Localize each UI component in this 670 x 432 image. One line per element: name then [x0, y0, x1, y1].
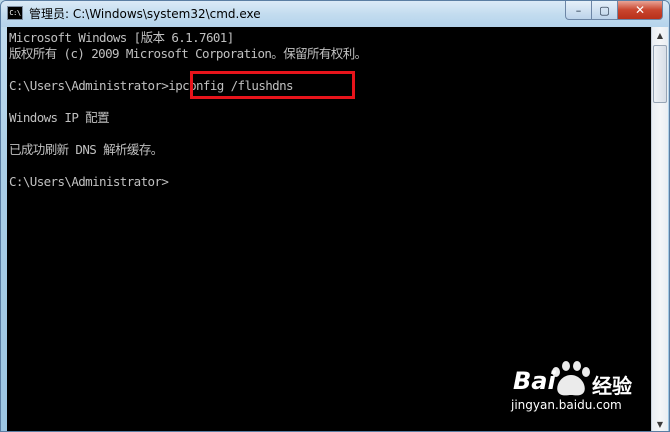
console-line: 已成功刷新 DNS 解析缓存。 [9, 142, 163, 157]
scroll-up-arrow-icon[interactable]: ▲ [652, 27, 668, 44]
close-icon: ✕ [634, 3, 646, 17]
console-line: 版权所有 (c) 2009 Microsoft Corporation。保留所有… [9, 46, 367, 61]
command-highlight-box [190, 71, 355, 99]
scroll-down-arrow-icon[interactable]: ▼ [652, 416, 668, 431]
cmd-window: C:\ 管理员: C:\Windows\system32\cmd.exe – ▢… [0, 0, 670, 432]
scroll-thumb[interactable] [653, 45, 667, 103]
window-controls: – ▢ ✕ [565, 1, 663, 20]
close-button[interactable]: ✕ [618, 1, 663, 20]
console-line: Microsoft Windows [版本 6.1.7601] [9, 30, 234, 45]
vertical-scrollbar[interactable]: ▲ ▼ [651, 27, 668, 431]
console-line: Windows IP 配置 [9, 110, 110, 125]
title-bar[interactable]: C:\ 管理员: C:\Windows\system32\cmd.exe – ▢… [1, 1, 669, 27]
cmd-app-icon[interactable]: C:\ [7, 6, 23, 20]
console-output[interactable]: Microsoft Windows [版本 6.1.7601] 版权所有 (c)… [7, 27, 651, 431]
maximize-button[interactable]: ▢ [592, 1, 618, 20]
minimize-icon: – [575, 3, 582, 17]
maximize-icon: ▢ [599, 3, 610, 17]
minimize-button[interactable]: – [565, 1, 592, 20]
console-prompt: C:\Users\Administrator> [9, 174, 169, 189]
window-title: 管理员: C:\Windows\system32\cmd.exe [29, 7, 261, 21]
